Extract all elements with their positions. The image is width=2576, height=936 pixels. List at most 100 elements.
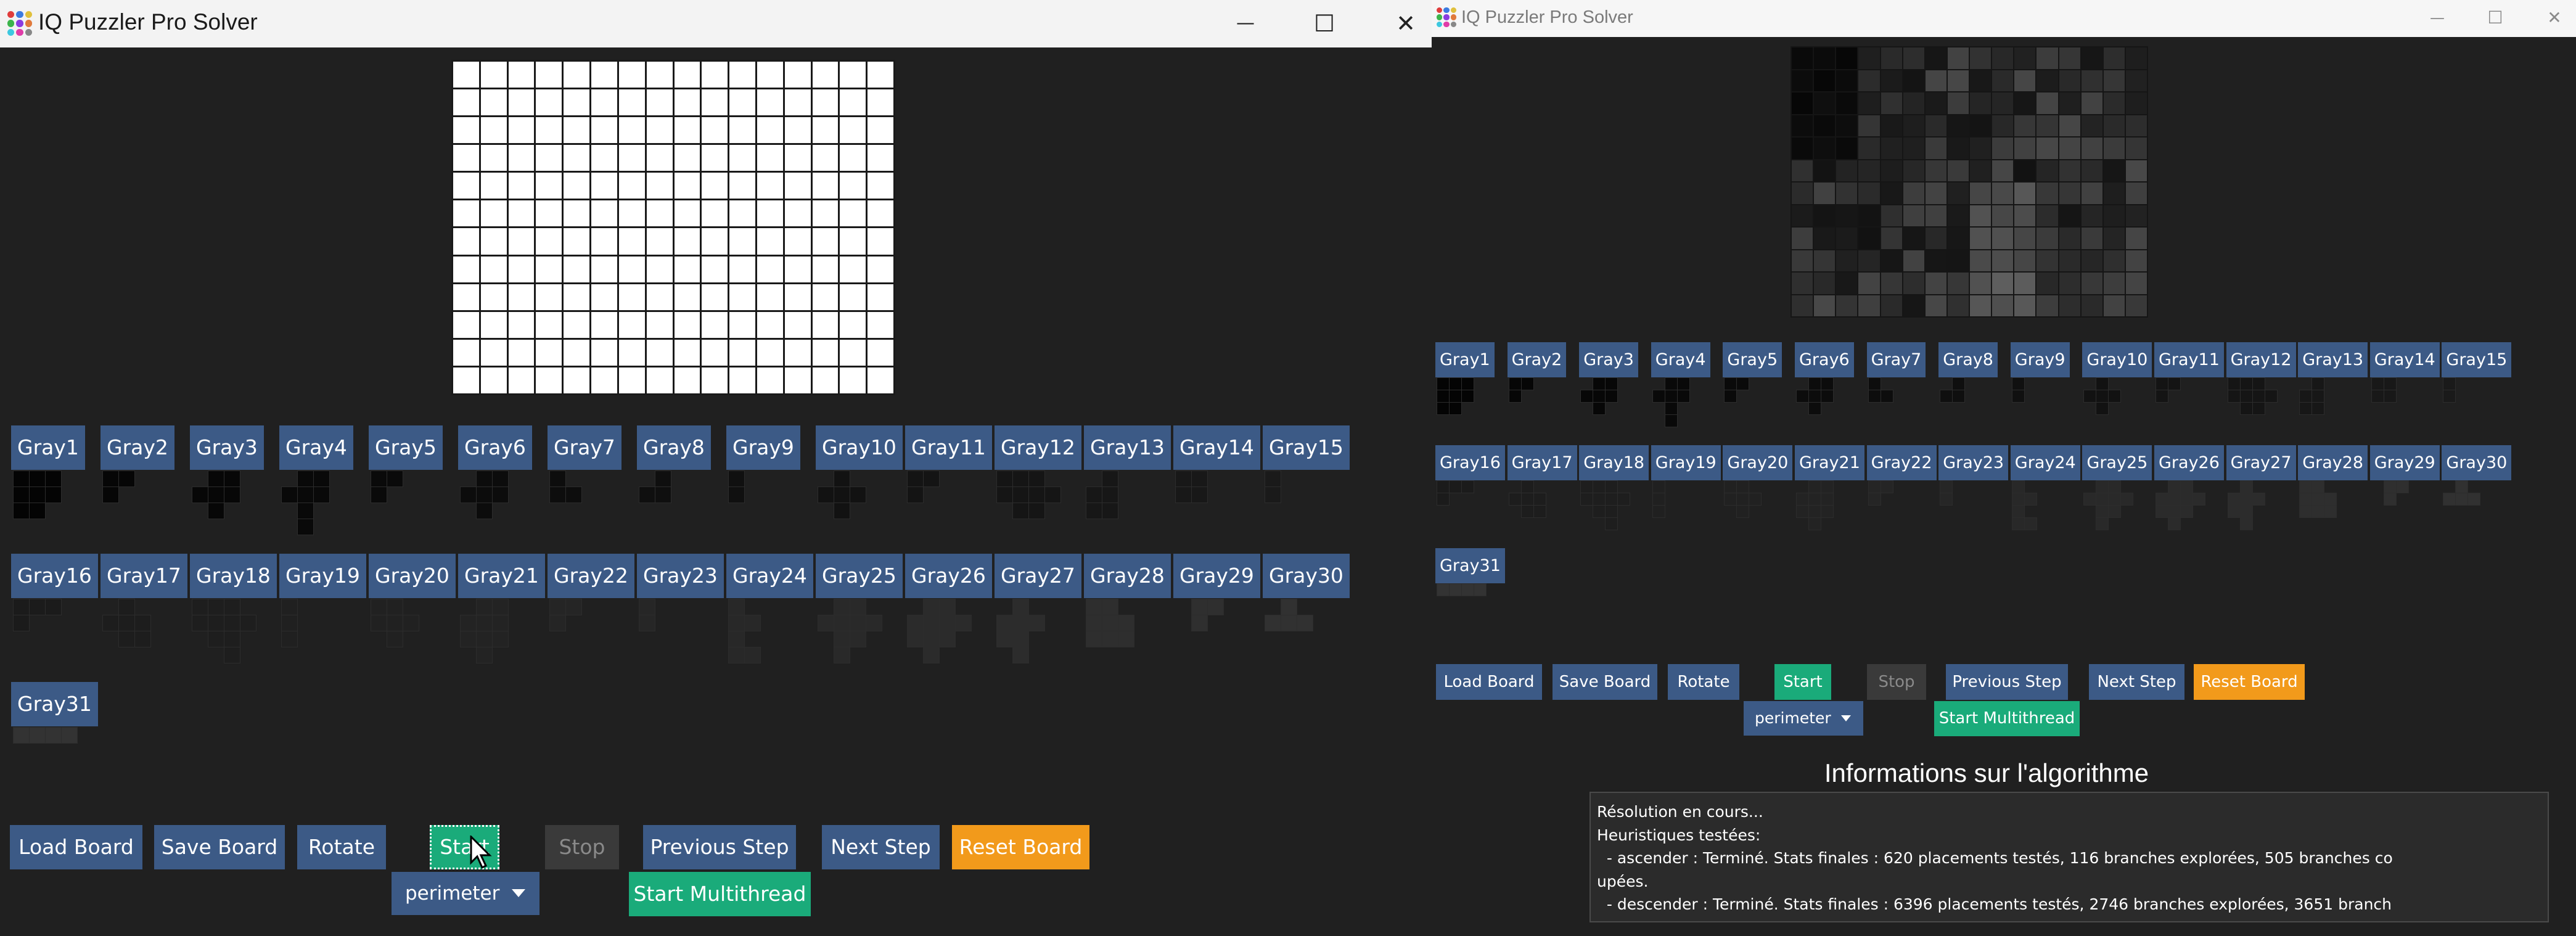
board-cell[interactable]	[1970, 115, 1991, 136]
piece-button-gray25[interactable]: Gray25	[816, 554, 903, 598]
board-cell[interactable]	[1925, 273, 1946, 294]
board-cell[interactable]	[480, 367, 507, 393]
piece-button-gray26[interactable]: Gray26	[905, 554, 992, 598]
board-cell[interactable]	[2037, 228, 2058, 249]
board-cell[interactable]	[646, 117, 673, 144]
board-cell[interactable]	[591, 173, 617, 199]
board-cell[interactable]	[591, 339, 617, 366]
piece-button-gray12[interactable]: Gray12	[2226, 342, 2296, 377]
board-cell[interactable]	[2081, 295, 2102, 316]
board-cell[interactable]	[2103, 295, 2125, 316]
board-cell[interactable]	[453, 311, 479, 338]
board-cell[interactable]	[618, 367, 645, 393]
board-cell[interactable]	[2125, 205, 2147, 226]
piece-button-gray30[interactable]: Gray30	[1263, 554, 1350, 598]
piece-button-gray15[interactable]: Gray15	[1263, 425, 1350, 470]
piece-button-gray4[interactable]: Gray4	[1651, 342, 1710, 377]
board-cell[interactable]	[646, 367, 673, 393]
board-cell[interactable]	[536, 173, 562, 199]
board-cell[interactable]	[2125, 250, 2147, 271]
board-cell[interactable]	[1814, 273, 1836, 294]
board-cell[interactable]	[646, 311, 673, 338]
board-cell[interactable]	[1814, 70, 1836, 91]
board-cell[interactable]	[1903, 228, 1924, 249]
piece-button-gray6[interactable]: Gray6	[1795, 342, 1854, 377]
board-cell[interactable]	[868, 311, 893, 338]
board-cell[interactable]	[1836, 160, 1858, 181]
board-cell[interactable]	[453, 89, 479, 116]
board-cell[interactable]	[674, 284, 700, 310]
board-cell[interactable]	[1947, 47, 1969, 69]
board-cell[interactable]	[2014, 138, 2036, 159]
board-cell[interactable]	[2125, 47, 2147, 69]
piece-button-gray27[interactable]: Gray27	[2226, 445, 2296, 480]
board-cell[interactable]	[1925, 183, 1946, 204]
board-cell[interactable]	[2103, 138, 2125, 159]
board-cell[interactable]	[868, 173, 893, 199]
piece-button-gray19[interactable]: Gray19	[279, 554, 366, 598]
board-cell[interactable]	[1881, 183, 1902, 204]
board-cell[interactable]	[702, 89, 728, 116]
board-cell[interactable]	[868, 339, 893, 366]
board-cell[interactable]	[1970, 160, 1991, 181]
board-cell[interactable]	[536, 200, 562, 227]
board-cell[interactable]	[564, 256, 590, 282]
board-cell[interactable]	[757, 145, 783, 171]
board-cell[interactable]	[618, 145, 645, 171]
board-cell[interactable]	[1792, 295, 1813, 316]
board-cell[interactable]	[646, 284, 673, 310]
piece-button-gray14[interactable]: Gray14	[1173, 425, 1260, 470]
board-cell[interactable]	[508, 145, 535, 171]
board-cell[interactable]	[1881, 92, 1902, 114]
board-cell[interactable]	[2059, 273, 2080, 294]
board-cell[interactable]	[2081, 160, 2102, 181]
board-cell[interactable]	[1814, 228, 1836, 249]
board-cell[interactable]	[618, 89, 645, 116]
piece-button-gray23[interactable]: Gray23	[637, 554, 724, 598]
board-cell[interactable]	[536, 256, 562, 282]
board-cell[interactable]	[674, 62, 700, 88]
piece-button-gray17[interactable]: Gray17	[100, 554, 187, 598]
piece-button-gray23[interactable]: Gray23	[1938, 445, 2009, 480]
board-cell[interactable]	[1858, 138, 1880, 159]
puzzle-board[interactable]	[451, 60, 895, 395]
board-cell[interactable]	[1925, 295, 1946, 316]
board-cell[interactable]	[729, 145, 755, 171]
board-cell[interactable]	[2125, 183, 2147, 204]
piece-button-gray20[interactable]: Gray20	[369, 554, 456, 598]
board-cell[interactable]	[1881, 138, 1902, 159]
board-cell[interactable]	[868, 284, 893, 310]
piece-button-gray5[interactable]: Gray5	[369, 425, 443, 470]
board-cell[interactable]	[453, 200, 479, 227]
board-cell[interactable]	[536, 367, 562, 393]
board-cell[interactable]	[757, 311, 783, 338]
board-cell[interactable]	[1792, 70, 1813, 91]
board-cell[interactable]	[2059, 92, 2080, 114]
board-cell[interactable]	[2125, 92, 2147, 114]
board-cell[interactable]	[2103, 250, 2125, 271]
board-cell[interactable]	[1814, 183, 1836, 204]
board-cell[interactable]	[2125, 138, 2147, 159]
board-cell[interactable]	[2014, 205, 2036, 226]
board-cell[interactable]	[784, 145, 811, 171]
board-cell[interactable]	[453, 339, 479, 366]
board-cell[interactable]	[2037, 183, 2058, 204]
board-cell[interactable]	[1792, 250, 1813, 271]
heuristic-select[interactable]: perimeter	[392, 872, 539, 915]
board-cell[interactable]	[480, 200, 507, 227]
board-cell[interactable]	[1970, 228, 1991, 249]
minimize-icon[interactable]: —	[2422, 2, 2453, 33]
board-cell[interactable]	[2125, 115, 2147, 136]
board-cell[interactable]	[2081, 183, 2102, 204]
maximize-icon[interactable]: ☐	[1306, 5, 1343, 42]
board-cell[interactable]	[702, 173, 728, 199]
board-cell[interactable]	[2037, 295, 2058, 316]
board-cell[interactable]	[536, 228, 562, 255]
board-cell[interactable]	[1836, 47, 1858, 69]
board-cell[interactable]	[508, 256, 535, 282]
board-cell[interactable]	[784, 117, 811, 144]
board-cell[interactable]	[508, 62, 535, 88]
board-cell[interactable]	[646, 89, 673, 116]
board-cell[interactable]	[702, 367, 728, 393]
piece-button-gray21[interactable]: Gray21	[458, 554, 545, 598]
